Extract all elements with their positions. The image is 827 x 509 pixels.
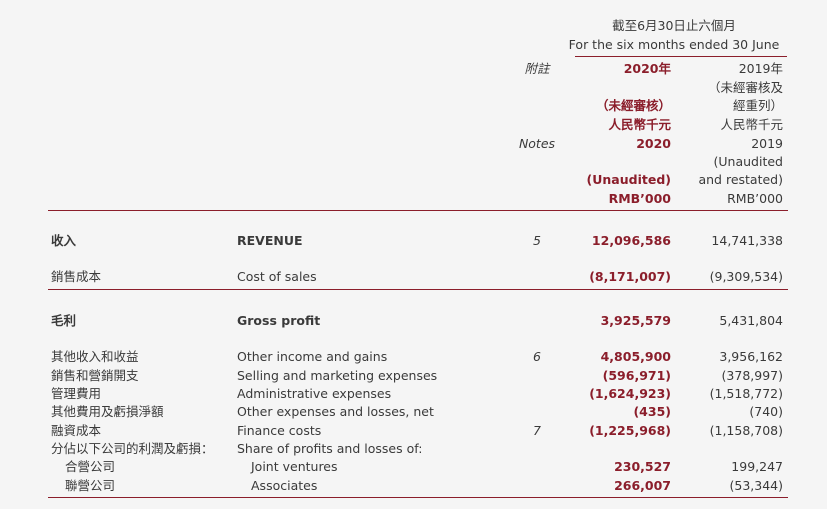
selling-label-en: Selling and marketing expenses xyxy=(237,368,438,383)
finance-2020: (1,225,968) xyxy=(589,423,671,438)
selling-2020: (596,971) xyxy=(602,368,671,383)
assoc-label-zh: 聯營公司 xyxy=(65,478,116,493)
cost-divider xyxy=(48,289,788,290)
finance-note: 7 xyxy=(533,423,541,438)
col2019-line1-zh: （未經審核及 xyxy=(707,80,783,95)
finance-label-en: Finance costs xyxy=(237,423,322,438)
col2020-unaudited-zh: （未經審核） xyxy=(595,98,671,113)
assoc-2019: (53,344) xyxy=(729,478,784,493)
bottom-divider xyxy=(48,497,788,498)
revenue-label-zh: 收入 xyxy=(51,233,77,248)
other-income-label-zh: 其他收入和收益 xyxy=(51,349,139,364)
col2019-currency-zh: 人民幣千元 xyxy=(720,117,783,132)
assoc-2020: 266,007 xyxy=(614,478,671,493)
gross-profit-label-en: Gross profit xyxy=(237,313,321,328)
other-income-2020: 4,805,900 xyxy=(600,349,671,364)
revenue-note: 5 xyxy=(533,233,541,248)
notes-header-zh: 附註 xyxy=(524,61,550,76)
other-income-note: 6 xyxy=(533,349,541,364)
admin-label-zh: 管理費用 xyxy=(51,386,102,401)
col2020-currency-en: RMB’000 xyxy=(608,191,671,206)
selling-2019: (378,997) xyxy=(721,368,783,383)
col2020-year-en: 2020 xyxy=(636,136,671,151)
jv-2020: 230,527 xyxy=(614,459,671,474)
revenue-2020: 12,096,586 xyxy=(591,233,671,248)
gross-profit-2019: 5,431,804 xyxy=(719,313,783,328)
col2020-year-zh: 2020年 xyxy=(623,61,671,76)
other-exp-2020: (435) xyxy=(633,404,671,419)
col2019-line2-zh: 經重列） xyxy=(732,98,783,113)
col2019-year-en: 2019 xyxy=(751,136,783,151)
finance-2019: (1,158,708) xyxy=(709,423,783,438)
notes-header-en: Notes xyxy=(518,136,556,151)
selling-label-zh: 銷售和營銷開支 xyxy=(51,368,139,383)
col2020-currency-zh: 人民幣千元 xyxy=(608,117,671,132)
gross-profit-label-zh: 毛利 xyxy=(51,313,77,328)
revenue-2019: 14,741,338 xyxy=(711,233,783,248)
col2019-line1-en: (Unaudited xyxy=(713,154,783,169)
jv-label-en: Joint ventures xyxy=(251,459,338,474)
col2020-unaudited-en: (Unaudited) xyxy=(586,172,671,187)
assoc-label-en: Associates xyxy=(251,478,318,493)
jv-label-zh: 合營公司 xyxy=(65,459,116,474)
other-exp-label-zh: 其他費用及虧損淨額 xyxy=(51,404,164,419)
other-income-label-en: Other income and gains xyxy=(237,349,388,364)
period-label-en: For the six months ended 30 June xyxy=(568,37,780,52)
gross-profit-2020: 3,925,579 xyxy=(600,313,671,328)
col2019-line2-en: and restated) xyxy=(698,172,783,187)
period-underline xyxy=(575,56,787,57)
share-label-zh: 分佔以下公司的利潤及虧損： xyxy=(51,441,214,456)
other-exp-label-en: Other expenses and losses, net xyxy=(237,404,434,419)
finance-label-zh: 融資成本 xyxy=(51,423,102,438)
col2019-year-zh: 2019年 xyxy=(738,61,783,76)
other-income-2019: 3,956,162 xyxy=(719,349,783,364)
other-exp-2019: (740) xyxy=(749,404,783,419)
period-label-zh: 截至6月30日止六個月 xyxy=(612,18,736,33)
cost-of-sales-2019: (9,309,534) xyxy=(709,269,783,284)
header-divider xyxy=(48,210,788,211)
col2019-currency-en: RMB’000 xyxy=(727,191,783,206)
jv-2019: 199,247 xyxy=(731,459,783,474)
share-label-en: Share of profits and losses of: xyxy=(237,441,423,456)
revenue-label-en: REVENUE xyxy=(237,233,303,248)
admin-2020: (1,624,923) xyxy=(589,386,671,401)
admin-2019: (1,518,772) xyxy=(709,386,783,401)
cost-of-sales-2020: (8,171,007) xyxy=(589,269,671,284)
cost-of-sales-label-zh: 銷售成本 xyxy=(51,269,102,284)
admin-label-en: Administrative expenses xyxy=(237,386,392,401)
cost-of-sales-label-en: Cost of sales xyxy=(237,269,317,284)
